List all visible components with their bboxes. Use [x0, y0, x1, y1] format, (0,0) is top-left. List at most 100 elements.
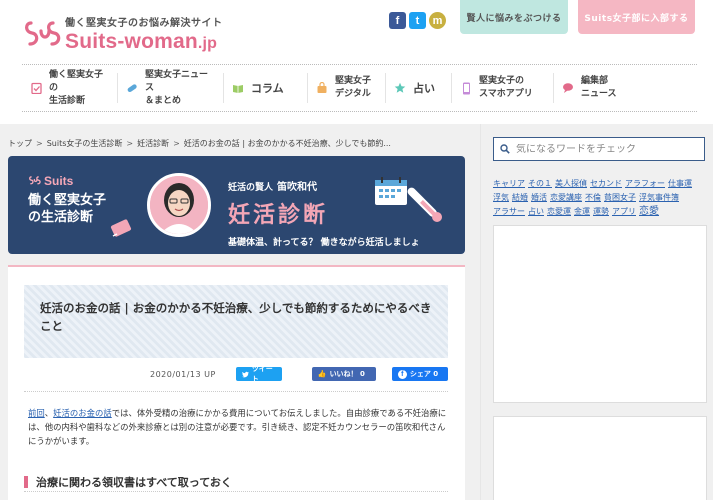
facebook-icon[interactable]: f: [389, 12, 406, 29]
star-icon: [394, 82, 406, 94]
search-input[interactable]: [516, 143, 696, 155]
tag-link[interactable]: その１: [528, 179, 552, 188]
logo-dash: -woman: [117, 30, 198, 53]
consult-sage-button[interactable]: 賢人に悩みをぶつける: [460, 0, 568, 34]
clipboard-check-icon: [30, 82, 42, 94]
site-logo[interactable]: 働く堅実女子のお悩み解決サイト Suits-woman.jp: [25, 14, 223, 54]
share-button[interactable]: f シェア 0: [391, 367, 448, 381]
diagnosis-banner[interactable]: Suits 働く堅実女子 の生活診断 妊活の賢人 笛吹和代 妊活診断 基礎体温、計…: [8, 156, 465, 254]
keyword-tags: キャリア その１ 美人探偵 セカンド アラフォー 仕事運浮気 結婚 婚活 恋愛講座 不倫 貧困女子浮…: [493, 177, 707, 219]
banner-brand-text: Suits: [44, 174, 74, 188]
nav-item-news[interactable]: 堅実女子ニュース ＆まとめ: [118, 70, 224, 106]
sage-portrait: [147, 173, 211, 237]
tag-link[interactable]: 運勢: [593, 207, 609, 216]
link-previous[interactable]: 前回: [28, 408, 45, 418]
tag-link[interactable]: 婚活: [531, 193, 547, 202]
article-title: 妊活のお金の話 | お金のかかる不妊治療、少しでも節約するためにやるべきこと: [40, 301, 432, 333]
tag-link[interactable]: 美人探偵: [555, 179, 587, 188]
nav-label: 堅実女子 デジタル: [335, 76, 372, 99]
nav-label: 編集部 ニュース: [581, 76, 617, 99]
intro-separator: 、: [44, 408, 54, 418]
tag-link[interactable]: 浮気事件簿: [639, 193, 679, 202]
nav-item-fortune[interactable]: 占い: [386, 73, 452, 103]
tag-link[interactable]: 結婚: [512, 193, 528, 202]
thumbs-up-icon: 👍: [317, 370, 327, 378]
logo-tld: .jp: [197, 35, 218, 52]
article-intro: 前回、妊活のお金の話では、体外受精の治療にかかる費用についてお伝えしました。自由…: [28, 406, 448, 448]
tag-link[interactable]: 恋愛講座: [550, 193, 582, 202]
ad-slot[interactable]: [493, 225, 707, 403]
twitter-bird-icon: [241, 371, 249, 377]
breadcrumb-item-current: 妊活のお金の話 | お金のかかる不妊治療、少しでも節約...: [183, 139, 391, 148]
sage-role: 妊活の賢人: [228, 183, 274, 193]
speech-bubble-icon: [562, 82, 574, 94]
tag-link[interactable]: アラサー: [493, 207, 525, 216]
breadcrumb-separator-icon: >: [36, 139, 43, 148]
tag-link[interactable]: 貧困女子: [604, 193, 636, 202]
mixi-glyph: m: [432, 14, 443, 27]
tag-link[interactable]: 占い: [528, 207, 544, 216]
nav-label: 堅実女子ニュース ＆まとめ: [145, 69, 209, 106]
bag-icon: [316, 82, 328, 94]
tag-link[interactable]: 不倫: [585, 193, 601, 202]
tag-link[interactable]: キャリア: [493, 179, 525, 188]
tag-link[interactable]: 恋愛: [639, 206, 659, 217]
logo-main: Suits: [65, 30, 118, 53]
mixi-icon[interactable]: m: [429, 12, 446, 29]
nav-label: コラム: [251, 81, 284, 95]
banner-left: Suits 働く堅実女子 の生活診断: [28, 174, 106, 226]
article-title-box: 妊活のお金の話 | お金のかかる不妊治療、少しでも節約するためにやるべきこと: [24, 285, 448, 358]
site-tagline: 働く堅実女子のお悩み解決サイト: [65, 18, 223, 29]
banner-brand: Suits: [28, 174, 106, 188]
tag-link[interactable]: 恋愛運: [547, 207, 571, 216]
book-icon: [232, 82, 244, 94]
nav-item-life-diagnosis[interactable]: 働く堅実女子の 生活診断: [22, 70, 118, 106]
divider: [24, 391, 448, 392]
social-links: f t m: [389, 12, 446, 29]
breadcrumb-item-life[interactable]: Suits女子の生活診断: [47, 138, 123, 149]
tweet-button[interactable]: ツイート: [235, 365, 282, 383]
share-label: シェア 0: [409, 370, 439, 378]
tag-link[interactable]: アプリ: [612, 207, 636, 216]
search-icon[interactable]: [500, 144, 510, 154]
suits-face-logo-icon: [25, 17, 61, 51]
breadcrumb-separator-icon: >: [126, 139, 134, 148]
nav-item-editorial[interactable]: 編集部 ニュース: [554, 73, 642, 103]
ad-slot-secondary[interactable]: [493, 416, 707, 500]
tag-link[interactable]: 金運: [574, 207, 590, 216]
nav-item-app[interactable]: 堅実女子の スマホアプリ: [452, 73, 554, 103]
smartphone-icon: [460, 82, 472, 94]
section-heading: 治療に関わる領収書はすべて取っておく: [24, 472, 448, 492]
sidebar-divider: [480, 124, 481, 500]
breadcrumb-item-fertility[interactable]: 妊活診断: [137, 138, 169, 149]
tag-link[interactable]: 浮気: [493, 193, 509, 202]
facebook-glyph: f: [395, 14, 400, 27]
sage-name: 笛吹和代: [277, 182, 318, 193]
like-button[interactable]: 👍 いいね！ 0: [311, 367, 376, 381]
tag-link[interactable]: 仕事運: [668, 179, 692, 188]
twitter-icon[interactable]: t: [409, 12, 426, 29]
main-nav: 働く堅実女子の 生活診断 堅実女子ニュース ＆まとめ コラム 堅実女子 デジタル…: [22, 64, 697, 112]
join-club-button[interactable]: Suits女子部に入部する: [578, 0, 695, 34]
nav-label: 堅実女子の スマホアプリ: [479, 76, 533, 99]
breadcrumb-separator-icon: >: [173, 139, 180, 148]
suits-face-logo-icon: [29, 176, 41, 185]
thermometer-icon: [400, 180, 450, 234]
publish-date: 2020/01/13 UP: [150, 369, 216, 379]
nav-label: 働く堅実女子の 生活診断: [49, 69, 104, 106]
tag-link[interactable]: セカンド: [590, 179, 622, 188]
breadcrumb: トップ > Suits女子の生活診断 > 妊活診断 > 妊活のお金の話 | お金…: [8, 138, 391, 149]
tweet-label: ツイート: [251, 365, 273, 383]
heading-accent-bar: [24, 475, 28, 488]
site-name: Suits-woman.jp: [65, 30, 223, 54]
article-card: 妊活のお金の話 | お金のかかる不妊治療、少しでも節約するためにやるべきこと 2…: [8, 265, 465, 500]
nav-item-digital[interactable]: 堅実女子 デジタル: [308, 73, 386, 103]
site-header: 働く堅実女子のお悩み解決サイト Suits-woman.jp f t m 賢人に…: [0, 0, 713, 62]
nav-item-column[interactable]: コラム: [224, 73, 308, 103]
section-heading-text: 治療に関わる領収書はすべて取っておく: [36, 475, 232, 489]
breadcrumb-item-top[interactable]: トップ: [8, 138, 32, 149]
link-fertility-money[interactable]: 妊活のお金の話: [53, 408, 112, 418]
twitter-glyph: t: [415, 14, 420, 27]
pen-doodle-icon: [108, 214, 134, 244]
tag-link[interactable]: アラフォー: [625, 179, 665, 188]
